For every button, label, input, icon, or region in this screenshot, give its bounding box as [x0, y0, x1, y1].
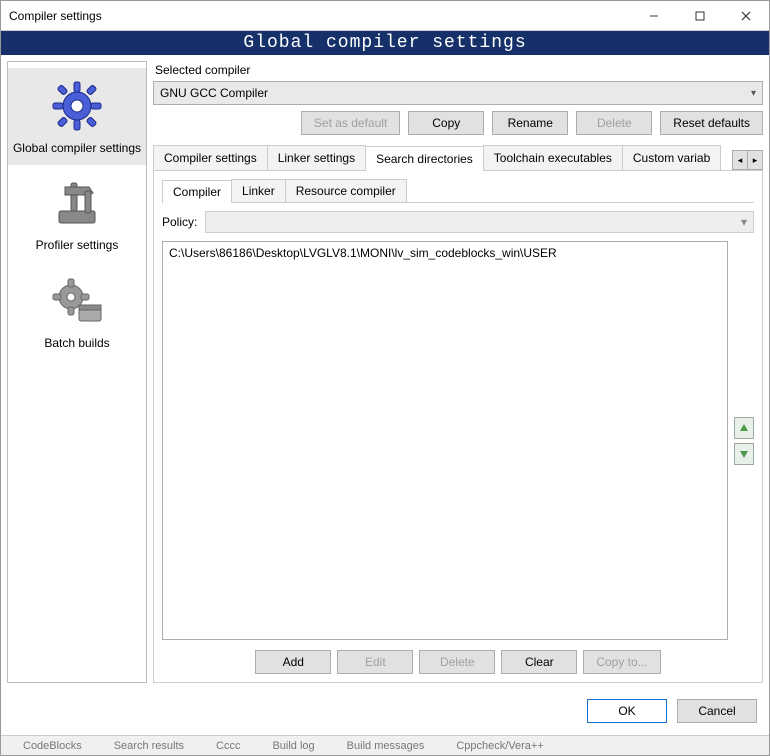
- list-action-buttons: Add Edit Delete Clear Copy to...: [162, 650, 754, 674]
- set-default-button[interactable]: Set as default: [301, 111, 400, 135]
- selected-compiler-combo[interactable]: GNU GCC Compiler ▾: [153, 81, 763, 105]
- directory-listbox[interactable]: C:\Users\86186\Desktop\LVGLV8.1\MONI\lv_…: [162, 241, 728, 640]
- tab-toolchain-executables[interactable]: Toolchain executables: [483, 145, 623, 170]
- close-button[interactable]: [723, 1, 769, 30]
- delete-compiler-button[interactable]: Delete: [576, 111, 652, 135]
- policy-row: Policy: ▾: [162, 211, 754, 233]
- copy-button[interactable]: Copy: [408, 111, 484, 135]
- right-pane: Selected compiler GNU GCC Compiler ▾ Set…: [153, 61, 763, 683]
- titlebar-controls: [631, 1, 769, 30]
- delete-button[interactable]: Delete: [419, 650, 495, 674]
- chevron-down-icon: ▾: [741, 215, 747, 229]
- rename-button[interactable]: Rename: [492, 111, 568, 135]
- ok-button[interactable]: OK: [587, 699, 667, 723]
- nav-item-batch-builds[interactable]: Batch builds: [8, 263, 146, 360]
- gear-icon: [10, 78, 144, 137]
- search-directories-panel: Compiler Linker Resource compiler Policy…: [153, 171, 763, 683]
- tab-custom-variables[interactable]: Custom variab: [622, 145, 721, 170]
- body-area: Global compiler settings Profiler settin…: [1, 55, 769, 689]
- add-button[interactable]: Add: [255, 650, 331, 674]
- titlebar: Compiler settings: [1, 1, 769, 31]
- policy-label: Policy:: [162, 215, 197, 229]
- dialog-footer: OK Cancel: [1, 689, 769, 735]
- tab-scroll: ◂ ▸: [733, 150, 763, 170]
- inner-tabs: Compiler Linker Resource compiler: [162, 179, 754, 203]
- profiler-icon: [10, 175, 144, 234]
- minimize-button[interactable]: [631, 1, 677, 30]
- selected-compiler-value: GNU GCC Compiler: [160, 86, 268, 100]
- banner-title: Global compiler settings: [1, 31, 769, 55]
- copy-to-button[interactable]: Copy to...: [583, 650, 660, 674]
- maximize-button[interactable]: [677, 1, 723, 30]
- subtab-linker[interactable]: Linker: [231, 179, 286, 202]
- nav-label: Profiler settings: [10, 238, 144, 252]
- background-taskbar: CodeBlocks Search results Cccc Build log…: [1, 735, 769, 755]
- list-order-controls: [734, 241, 754, 640]
- move-up-button[interactable]: [734, 417, 754, 439]
- nav-label: Global compiler settings: [10, 141, 144, 155]
- directory-list-area: C:\Users\86186\Desktop\LVGLV8.1\MONI\lv_…: [162, 241, 754, 640]
- left-nav: Global compiler settings Profiler settin…: [7, 61, 147, 683]
- edit-button[interactable]: Edit: [337, 650, 413, 674]
- settings-window: Compiler settings Global compiler settin…: [0, 0, 770, 756]
- move-down-button[interactable]: [734, 443, 754, 465]
- clear-button[interactable]: Clear: [501, 650, 577, 674]
- batch-builds-icon: [10, 273, 144, 332]
- nav-label: Batch builds: [10, 336, 144, 350]
- selected-compiler-label: Selected compiler: [155, 63, 763, 77]
- policy-combo[interactable]: ▾: [205, 211, 754, 233]
- outer-tabs: Compiler settings Linker settings Search…: [153, 145, 763, 171]
- tab-linker-settings[interactable]: Linker settings: [267, 145, 366, 170]
- nav-item-global-compiler[interactable]: Global compiler settings: [8, 68, 146, 165]
- tab-compiler-settings[interactable]: Compiler settings: [153, 145, 268, 170]
- list-item[interactable]: C:\Users\86186\Desktop\LVGLV8.1\MONI\lv_…: [169, 246, 721, 260]
- tab-search-directories[interactable]: Search directories: [365, 146, 484, 171]
- subtab-resource-compiler[interactable]: Resource compiler: [285, 179, 407, 202]
- reset-defaults-button[interactable]: Reset defaults: [660, 111, 763, 135]
- tab-scroll-left[interactable]: ◂: [732, 150, 748, 170]
- nav-item-profiler[interactable]: Profiler settings: [8, 165, 146, 262]
- window-title: Compiler settings: [9, 9, 102, 23]
- tab-scroll-right[interactable]: ▸: [747, 150, 763, 170]
- chevron-down-icon: ▾: [751, 88, 756, 99]
- subtab-compiler[interactable]: Compiler: [162, 180, 232, 203]
- cancel-button[interactable]: Cancel: [677, 699, 757, 723]
- compiler-buttons: Set as default Copy Rename Delete Reset …: [153, 111, 763, 135]
